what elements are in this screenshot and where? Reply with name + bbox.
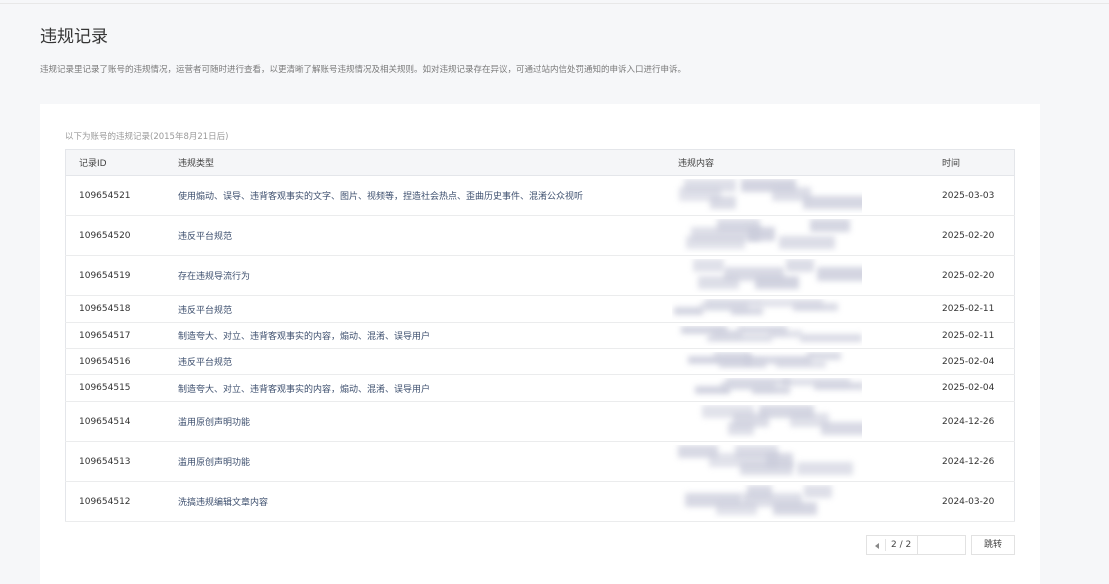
records-caption: 以下为账号的违规记录(2015年8月21日后) xyxy=(65,132,229,142)
redacted-content xyxy=(672,404,862,439)
violation-type: 违反平台规范 xyxy=(178,295,678,323)
violation-time: 2025-02-20 xyxy=(942,215,1015,256)
jump-button[interactable]: 跳转 xyxy=(971,535,1015,555)
violation-time: 2025-02-20 xyxy=(942,255,1015,296)
redacted-content xyxy=(672,351,862,372)
table-row: 109654513 滥用原创声明功能 2024-12-26 xyxy=(65,441,1015,482)
table-header-row: 记录ID 违规类型 违规内容 时间 xyxy=(65,149,1015,176)
record-id: 109654514 xyxy=(65,401,178,442)
violation-time: 2025-02-11 xyxy=(942,322,1015,349)
record-id: 109654519 xyxy=(65,255,178,296)
violation-content xyxy=(674,295,942,323)
pagination-divider xyxy=(885,539,886,551)
redacted-content xyxy=(672,484,862,519)
redacted-content xyxy=(672,178,862,213)
violation-type: 违反平台规范 xyxy=(178,215,678,256)
table-row: 109654516 违反平台规范 2025-02-04 xyxy=(65,348,1015,375)
redacted-content xyxy=(672,325,862,346)
redacted-content xyxy=(672,218,862,253)
table-row: 109654521 使用煽动、误导、违背客观事实的文字、图片、视频等，捏造社会热点… xyxy=(65,175,1015,216)
col-header-id: 记录ID xyxy=(65,149,178,176)
violation-content xyxy=(678,441,942,482)
violation-records-table: 记录ID 违规类型 违规内容 时间 109654521 使用煽动、误导、违背客观事… xyxy=(65,149,1015,522)
violation-type: 制造夸大、对立、违背客观事实的内容，煽动、混淆、误导用户 xyxy=(178,322,678,349)
violation-type: 违反平台规范 xyxy=(178,348,678,375)
top-divider xyxy=(0,3,1109,4)
violation-time: 2025-02-11 xyxy=(942,295,1015,323)
violation-content xyxy=(678,255,942,296)
violation-time: 2025-03-03 xyxy=(942,175,1015,216)
record-id: 109654520 xyxy=(65,215,178,256)
violation-content xyxy=(678,215,942,256)
violation-content xyxy=(678,401,942,442)
violation-type: 洗搞违规编辑文章内容 xyxy=(178,481,678,522)
table-row: 109654514 滥用原创声明功能 2024-12-26 xyxy=(65,401,1015,442)
violation-content xyxy=(678,481,942,522)
violation-type: 使用煽动、误导、违背客观事实的文字、图片、视频等，捏造社会热点、歪曲历史事件、混… xyxy=(178,175,678,216)
col-header-type: 违规类型 xyxy=(178,149,678,176)
table-row: 109654520 违反平台规范 2025-02-20 xyxy=(65,215,1015,256)
record-id: 109654517 xyxy=(65,322,178,349)
record-id: 109654521 xyxy=(65,175,178,216)
redacted-content xyxy=(672,258,862,293)
record-id: 109654512 xyxy=(65,481,178,522)
violation-content xyxy=(678,322,942,349)
violation-content xyxy=(678,348,942,375)
violation-type: 滥用原创声明功能 xyxy=(178,401,678,442)
records-card: 以下为账号的违规记录(2015年8月21日后) 记录ID 违规类型 违规内容 时… xyxy=(40,104,1040,584)
col-header-time: 时间 xyxy=(942,149,1015,176)
records-body: 109654521 使用煽动、误导、违背客观事实的文字、图片、视频等，捏造社会热点… xyxy=(65,175,1015,522)
violation-time: 2025-02-04 xyxy=(942,374,1015,402)
violation-content xyxy=(678,374,942,402)
redacted-content xyxy=(672,444,862,479)
page-description: 违规记录里记录了账号的违规情况，运营者可随时进行查看，以更清晰了解账号违规情况及… xyxy=(40,65,687,75)
violation-content xyxy=(678,175,942,216)
record-id: 109654515 xyxy=(65,374,178,402)
violation-time: 2024-03-20 xyxy=(942,481,1015,522)
record-id: 109654518 xyxy=(65,295,178,323)
col-header-content: 违规内容 xyxy=(678,149,942,176)
redacted-content xyxy=(672,298,862,320)
table-row: 109654515 制造夸大、对立、违背客观事实的内容，煽动、混淆、误导用户 202… xyxy=(65,374,1015,402)
jump-page-input[interactable] xyxy=(917,535,966,555)
page-indicator: 2 / 2 xyxy=(891,540,912,550)
redacted-content xyxy=(672,377,862,399)
record-id: 109654516 xyxy=(65,348,178,375)
prev-page-icon[interactable] xyxy=(875,543,879,549)
violation-type: 滥用原创声明功能 xyxy=(178,441,678,482)
record-id: 109654513 xyxy=(65,441,178,482)
violation-time: 2024-12-26 xyxy=(942,441,1015,482)
violation-time: 2025-02-04 xyxy=(942,348,1015,375)
violation-type: 制造夸大、对立、违背客观事实的内容，煽动、混淆、误导用户 xyxy=(178,374,678,402)
page-title: 违规记录 xyxy=(40,27,108,47)
violation-type: 存在违规导流行为 xyxy=(178,255,678,296)
table-row: 109654512 洗搞违规编辑文章内容 2024-03-20 xyxy=(65,481,1015,522)
table-row: 109654518 违反平台规范 2025-02-11 xyxy=(65,295,1015,323)
table-row: 109654519 存在违规导流行为 2025-02-20 xyxy=(65,255,1015,296)
table-row: 109654517 制造夸大、对立、违背客观事实的内容，煽动、混淆、误导用户 202… xyxy=(65,322,1015,349)
violation-time: 2024-12-26 xyxy=(942,401,1015,442)
